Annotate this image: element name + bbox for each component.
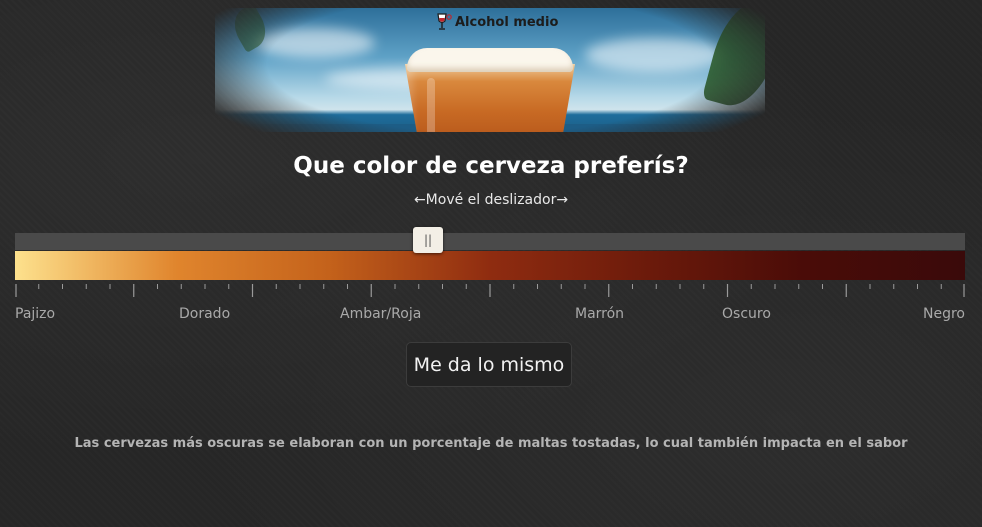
scale-label-pajizo[interactable]: Pajizo: [15, 306, 55, 322]
alcohol-level-badge: Alcohol medio: [433, 12, 558, 32]
beer-glass-image: [405, 48, 575, 132]
alcohol-level-label: Alcohol medio: [455, 14, 559, 30]
beer-color-gradient-bar[interactable]: [15, 251, 965, 280]
scale-label-marr-n[interactable]: Marrón: [575, 306, 624, 322]
wine-glass-icon: [437, 13, 452, 30]
handle-grip-icon: ||: [423, 233, 433, 247]
scale-label-dorado[interactable]: Dorado: [179, 306, 230, 322]
scale-label-negro[interactable]: Negro: [923, 306, 965, 322]
page-title: Que color de cerveza preferís?: [293, 153, 689, 179]
color-slider-handle[interactable]: ||: [413, 227, 443, 253]
slider-ticks: [15, 284, 965, 297]
color-slider-track[interactable]: [15, 233, 965, 250]
no-preference-button[interactable]: Me da lo mismo: [406, 342, 572, 387]
scale-label-ambar-roja[interactable]: Ambar/Roja: [340, 306, 421, 322]
scale-label-oscuro[interactable]: Oscuro: [722, 306, 771, 322]
slider-hint: ←Mové el deslizador→: [413, 192, 569, 208]
dark-beer-info-text: Las cervezas más oscuras se elaboran con…: [74, 436, 908, 451]
